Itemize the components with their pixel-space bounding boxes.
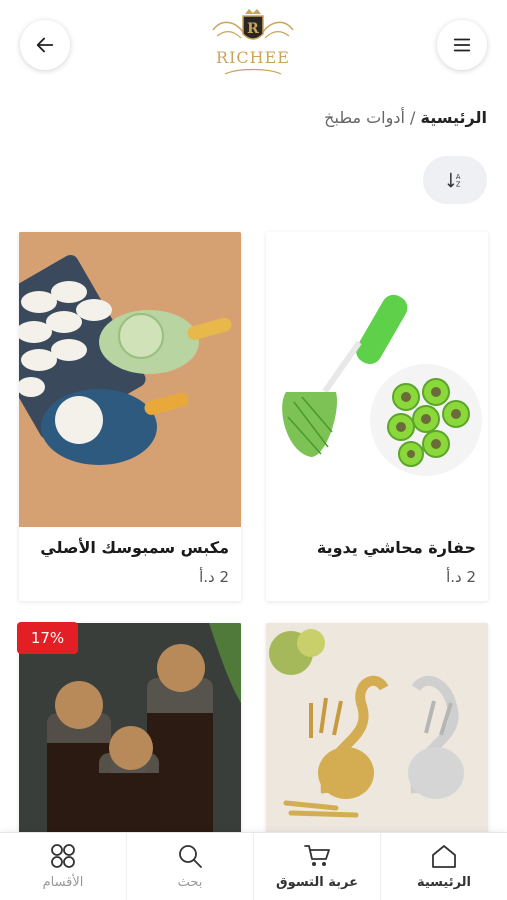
- product-price: 2 د.أ: [446, 568, 476, 586]
- nav-home-label: الرئيسية: [416, 875, 472, 890]
- menu-button[interactable]: [437, 20, 487, 70]
- breadcrumb-home-link[interactable]: الرئيسية: [421, 108, 488, 127]
- nav-cart[interactable]: عربة التسوق: [253, 833, 380, 900]
- sort-icon: A Z: [447, 172, 461, 189]
- product-image[interactable]: [19, 232, 241, 527]
- product-card[interactable]: حفارة محاشي يدوية 2 د.أ: [266, 232, 488, 601]
- sort-button[interactable]: A Z: [423, 156, 487, 204]
- brand-logo[interactable]: R RICHEE: [203, 6, 303, 82]
- nav-search[interactable]: بحث: [126, 833, 253, 900]
- logo-text: RICHEE: [216, 48, 290, 67]
- nav-cart-label: عربة التسوق: [276, 875, 358, 890]
- product-name[interactable]: حفارة محاشي يدوية: [317, 538, 476, 557]
- svg-text:Z: Z: [456, 181, 461, 189]
- crown-crest-icon: R: [212, 9, 294, 75]
- breadcrumb: الرئيسية / أدوات مطبخ: [324, 108, 487, 127]
- product-price: 2 د.أ: [199, 568, 229, 586]
- breadcrumb-separator: /: [410, 108, 416, 127]
- back-button[interactable]: [20, 20, 70, 70]
- cart-icon: [304, 845, 330, 866]
- app-header: R RICHEE: [0, 0, 507, 90]
- nav-search-label: بحث: [177, 875, 203, 890]
- hamburger-menu-icon: [453, 38, 471, 52]
- product-name[interactable]: مكبس سمبوسك الأصلي: [40, 538, 229, 557]
- product-card[interactable]: مكبس سمبوسك الأصلي 2 د.أ: [19, 232, 241, 601]
- grid-dots-icon: [51, 844, 75, 868]
- arrow-left-icon: [36, 37, 54, 53]
- nav-home[interactable]: الرئيسية: [380, 833, 507, 900]
- bottom-nav: الأقسام بحث عربة التسوق الرئيسية: [0, 832, 507, 900]
- product-image[interactable]: [266, 232, 488, 527]
- discount-badge: 17%: [17, 622, 78, 654]
- home-icon: [432, 845, 456, 868]
- logo-letter: R: [247, 21, 259, 37]
- nav-categories[interactable]: الأقسام: [0, 833, 126, 900]
- nav-categories-label: الأقسام: [42, 875, 84, 890]
- breadcrumb-current: أدوات مطبخ: [324, 108, 405, 127]
- search-icon: [179, 845, 202, 868]
